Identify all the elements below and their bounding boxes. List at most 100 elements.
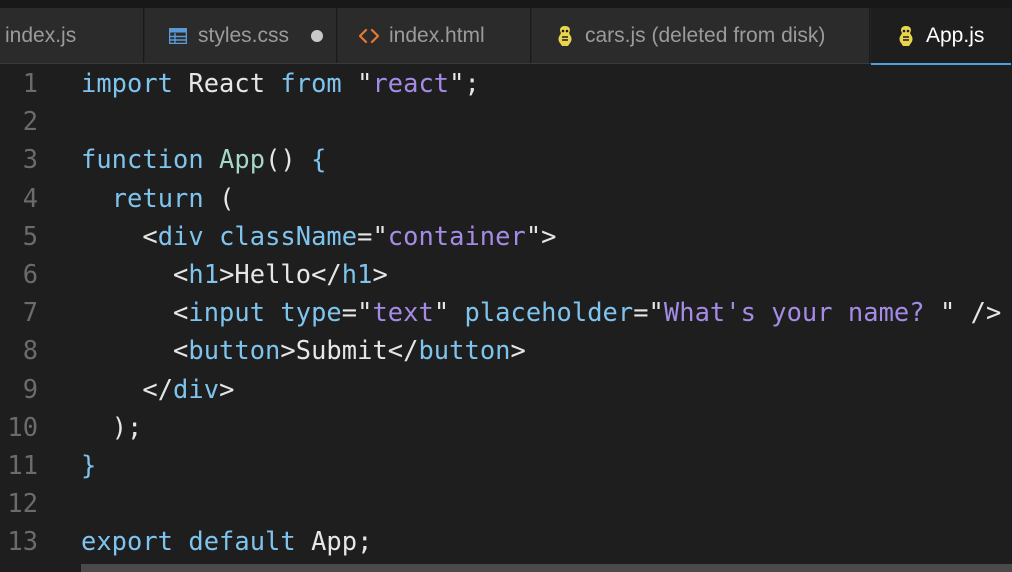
tab-app-js[interactable]: App.js (871, 8, 1012, 65)
string-literal: text (372, 297, 434, 328)
quote: " (357, 297, 373, 328)
javascript-file-icon (554, 25, 576, 47)
punctuation: > (280, 335, 296, 366)
code-editor: index.js styles.css index.html cars.js (… (0, 0, 1012, 572)
keyword: default (188, 526, 296, 557)
html-file-icon (358, 25, 380, 47)
code-line[interactable]: 12 (0, 484, 1012, 522)
line-number: 8 (22, 335, 38, 366)
tab-cars-js[interactable]: cars.js (deleted from disk) (532, 8, 870, 64)
code-line[interactable]: 7 <input type="text" placeholder="What's… (0, 293, 1012, 331)
punctuation: = (357, 220, 373, 251)
punctuation: > (510, 335, 526, 366)
code-area[interactable]: 1 import React from "react"; 2 3 functio… (0, 64, 1012, 572)
jsx-attribute: className (219, 220, 358, 251)
jsx-tag: h1 (341, 259, 373, 289)
punctuation: ; (357, 526, 373, 557)
keyword: function (81, 144, 204, 175)
jsx-tag: input (188, 297, 266, 328)
string-literal: react (372, 68, 450, 98)
code-line[interactable]: 11 } (0, 446, 1012, 484)
quote: "; (449, 68, 480, 98)
jsx-tag: button (418, 335, 511, 366)
keyword: from (280, 68, 342, 98)
line-number: 11 (7, 450, 38, 480)
identifier: React (188, 68, 266, 98)
punctuation: < (142, 220, 158, 251)
punctuation: { (311, 144, 327, 175)
tab-label: App.js (926, 24, 985, 47)
line-number: 3 (22, 144, 38, 175)
punctuation: </ (142, 373, 174, 404)
line-number: 6 (22, 259, 38, 289)
string-literal: What's your name? (663, 297, 940, 328)
javascript-file-icon (895, 25, 917, 47)
line-number: 12 (7, 488, 38, 519)
punctuation: ( (219, 182, 235, 213)
punctuation: < (173, 297, 189, 328)
code-line[interactable]: 1 import React from "react"; (0, 64, 1012, 102)
code-line[interactable]: 13 export default App; (0, 522, 1012, 560)
code-line[interactable]: 3 function App() { (0, 140, 1012, 178)
punctuation: > (219, 259, 235, 289)
quote: " (648, 297, 664, 328)
code-line[interactable]: 5 <div className="container"> (0, 217, 1012, 255)
punctuation: } (81, 450, 97, 480)
tab-label: styles.css (198, 24, 290, 47)
jsx-tag: div (173, 373, 220, 404)
jsx-text: Hello (234, 259, 312, 289)
jsx-tag: button (188, 335, 281, 366)
punctuation: </ (311, 259, 342, 289)
punctuation: /> (970, 297, 1002, 328)
punctuation: > (541, 220, 557, 251)
horizontal-scrollbar[interactable] (81, 564, 1012, 572)
keyword: return (111, 182, 204, 213)
tab-label: cars.js (deleted from disk) (585, 24, 826, 47)
line-number: 4 (22, 182, 38, 213)
tab-styles-css[interactable]: styles.css (145, 8, 337, 64)
punctuation: < (173, 335, 189, 366)
code-line[interactable]: 10 ); (0, 408, 1012, 446)
line-number: 10 (7, 411, 38, 442)
css-file-icon (167, 25, 189, 47)
quote: " (939, 297, 956, 328)
quote: " (525, 220, 542, 251)
code-line[interactable]: 6 <h1>Hello</h1> (0, 255, 1012, 293)
punctuation: < (173, 259, 189, 289)
punctuation: () (265, 144, 296, 175)
quote: " (357, 68, 373, 98)
keyword: export (81, 526, 174, 557)
jsx-attribute: placeholder (464, 297, 634, 328)
jsx-attribute: type (280, 297, 342, 328)
string-literal: container (387, 220, 526, 251)
jsx-text: Submit (295, 335, 388, 366)
punctuation: > (219, 373, 235, 404)
jsx-tag: div (157, 220, 204, 251)
line-number: 1 (22, 68, 38, 98)
line-number: 7 (22, 297, 38, 328)
tab-index-html[interactable]: index.html (338, 8, 531, 64)
line-number: 9 (22, 373, 38, 404)
jsx-tag: h1 (188, 259, 220, 289)
keyword: import (81, 68, 174, 98)
punctuation: = (341, 297, 358, 328)
code-line[interactable]: 2 (0, 102, 1012, 140)
quote: " (433, 297, 450, 328)
tab-index-js[interactable]: index.js (0, 8, 144, 64)
punctuation: > (372, 259, 388, 289)
line-number: 5 (22, 220, 38, 251)
tab-label: index.html (389, 24, 485, 47)
punctuation: ); (111, 411, 143, 442)
function-name: App (219, 144, 266, 175)
editor-tab-bar: index.js styles.css index.html cars.js (… (0, 0, 1012, 65)
code-line[interactable]: 9 </div> (0, 370, 1012, 408)
line-number: 2 (22, 106, 38, 137)
punctuation: </ (387, 335, 419, 366)
code-line[interactable]: 8 <button>Submit</button> (0, 331, 1012, 369)
unsaved-changes-dot-icon[interactable] (311, 30, 324, 42)
identifier: App (311, 526, 358, 557)
tab-label: index.js (5, 24, 77, 47)
punctuation: = (633, 297, 649, 328)
line-number: 13 (7, 526, 38, 557)
code-line[interactable]: 4 return ( (0, 179, 1012, 217)
